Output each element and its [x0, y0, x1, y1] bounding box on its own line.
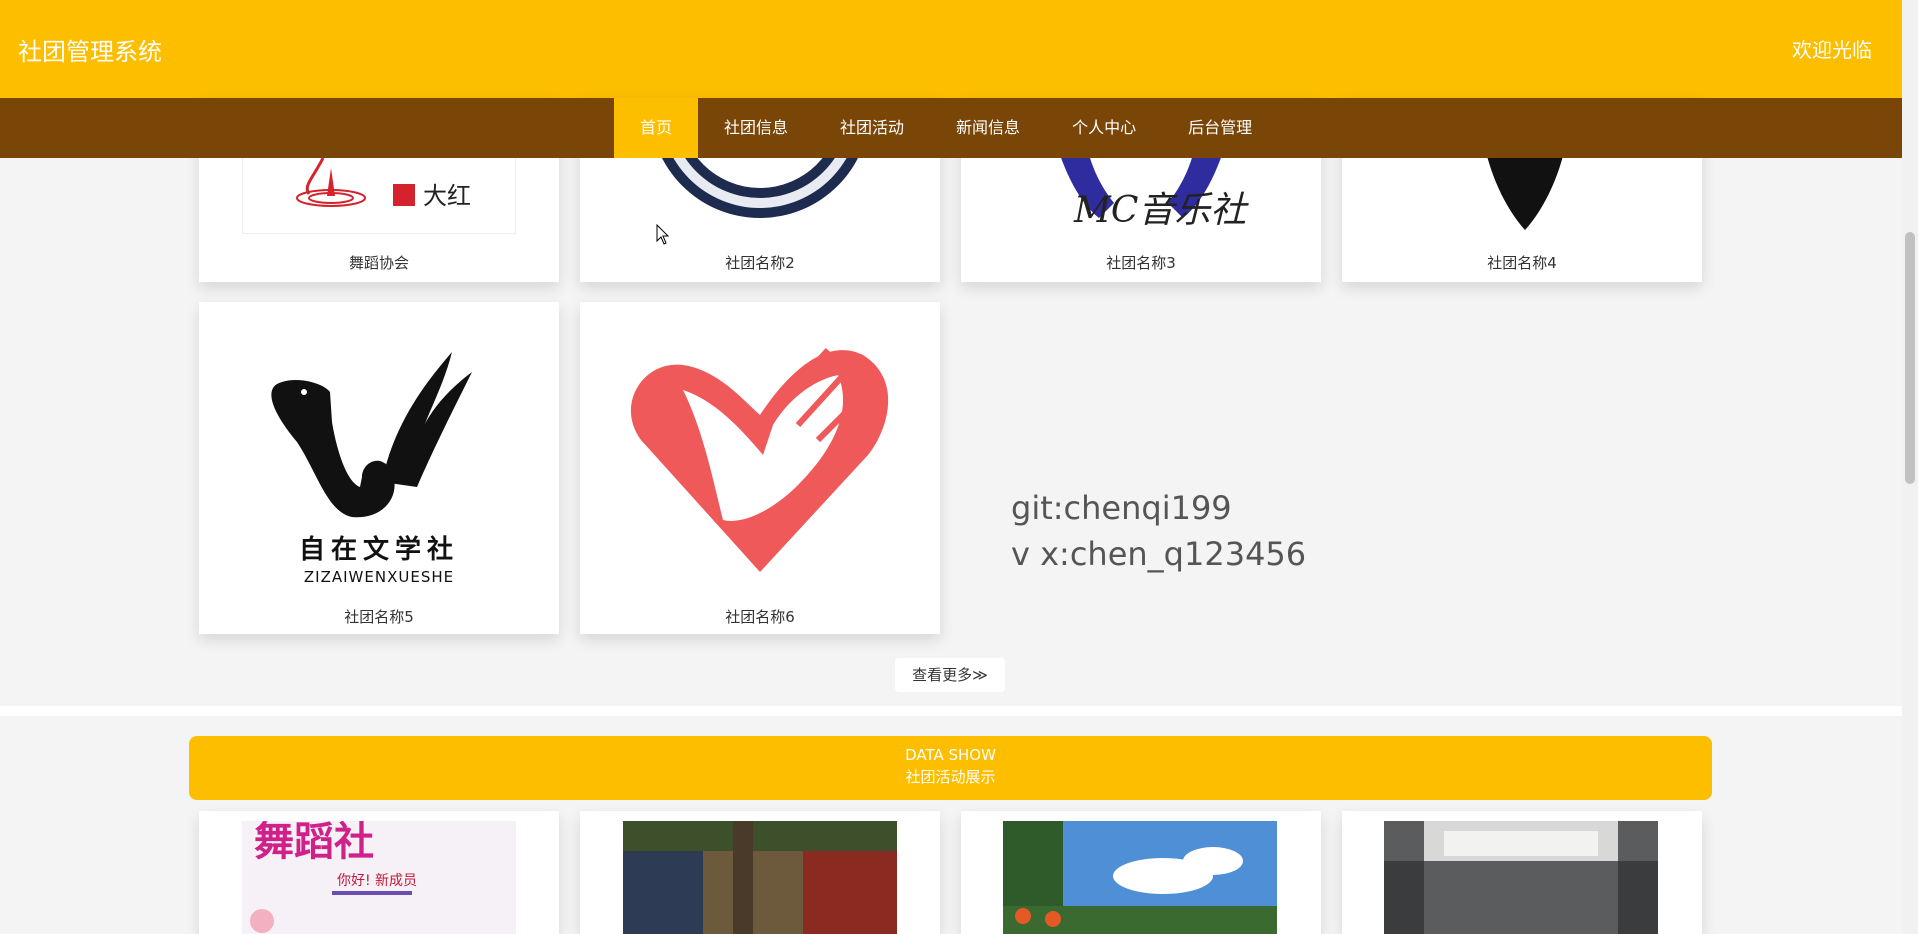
wechat-handle: v x:chen_q123456 — [1011, 535, 1307, 573]
banner-title-cn: 社团活动展示 — [905, 768, 996, 786]
club-card-label: 社团名称4 — [1487, 254, 1557, 272]
section-divider — [0, 706, 1902, 716]
view-more-button[interactable]: 查看更多≫ — [895, 658, 1005, 692]
club-card-label: 社团名称3 — [1106, 254, 1176, 272]
git-handle: git:chenqi199 — [1011, 489, 1232, 527]
logo-text: 大红 — [423, 182, 471, 210]
page-scrollbar[interactable] — [1902, 0, 1918, 934]
welcome-text: 欢迎光临 — [1792, 38, 1872, 62]
club-card-label: 社团名称2 — [725, 254, 795, 272]
club-card-label: 舞蹈协会 — [348, 254, 409, 272]
top-header: 社团管理系统 欢迎光临 — [0, 0, 1918, 98]
nav-item-news[interactable]: 新闻信息 — [930, 98, 1046, 158]
club-card[interactable]: 社团名称6 — [580, 302, 940, 634]
site-title: 社团管理系统 — [18, 38, 162, 66]
activity-photo: 舞蹈社 你好! 新成员 — [242, 821, 516, 934]
club-logo-image: 自在文学社 ZIZAIWENXUESHE — [242, 312, 516, 588]
logo-text: 自在文学社 — [299, 534, 459, 565]
nav-item-club-activities[interactable]: 社团活动 — [814, 98, 930, 158]
main-nav: 首页 社团信息 社团活动 新闻信息 个人中心 后台管理 — [0, 98, 1902, 158]
activity-photo — [1384, 821, 1658, 934]
logo-text: MC音乐社 — [1073, 190, 1249, 231]
data-show-banner: DATA SHOW 社团活动展示 — [189, 736, 1712, 800]
poster-subtitle: 你好! 新成员 — [337, 873, 417, 889]
activity-photo — [1003, 821, 1277, 934]
nav-item-admin[interactable]: 后台管理 — [1162, 98, 1278, 158]
nav-item-home[interactable]: 首页 — [614, 98, 699, 158]
banner-title-en: DATA SHOW — [905, 746, 996, 764]
poster-title: 舞蹈社 — [254, 821, 374, 865]
club-card-label: 社团名称6 — [725, 608, 795, 626]
mouse-cursor-icon — [656, 224, 670, 245]
nav-item-club-info[interactable]: 社团信息 — [698, 98, 814, 158]
scrollbar-thumb[interactable] — [1905, 232, 1915, 484]
activity-photo — [623, 821, 897, 934]
club-logo-image — [623, 320, 897, 584]
nav-item-personal-center[interactable]: 个人中心 — [1046, 98, 1162, 158]
club-card-label: 社团名称5 — [344, 608, 414, 626]
contact-watermark: git:chenqi199 v x:chen_q123456 — [1011, 485, 1306, 577]
club-card[interactable]: 自在文学社 ZIZAIWENXUESHE 社团名称5 — [199, 302, 559, 634]
logo-subtext: ZIZAIWENXUESHE — [304, 568, 454, 586]
